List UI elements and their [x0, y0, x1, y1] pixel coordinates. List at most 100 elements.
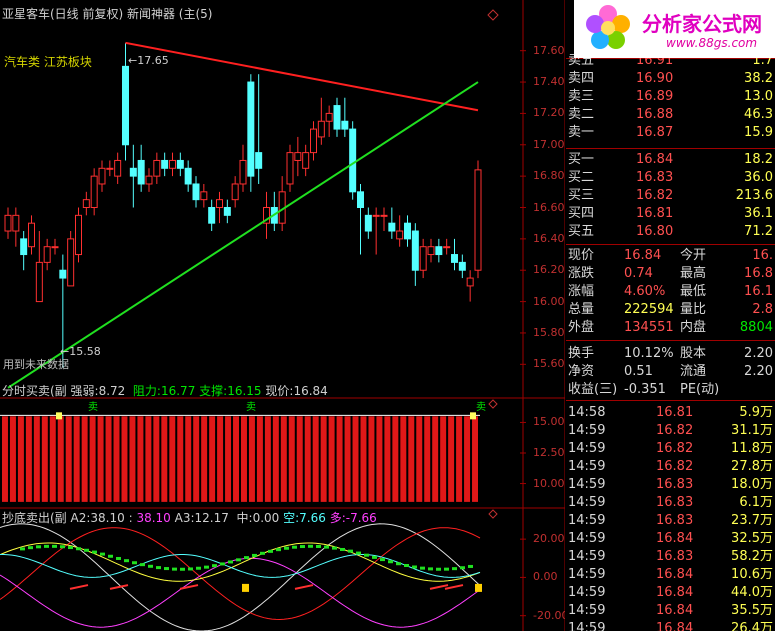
sub1-bar: [456, 416, 463, 502]
quote-label: 流通: [680, 364, 707, 379]
sub1-bar: [416, 416, 423, 502]
candle-body: [380, 214, 388, 217]
candle-body: [333, 105, 341, 130]
tick-volume: 44.0万: [731, 585, 773, 600]
order-volume: 46.3: [744, 107, 773, 122]
sub1-bar: [440, 416, 447, 502]
chart-area[interactable]: 亚星客车(日线 前复权) 新闻神器 (主(5) 汽车类 江苏板块 ←17.65 …: [0, 0, 565, 631]
green-signal-mark: [268, 549, 273, 553]
sub1-bar: [225, 416, 232, 502]
sell-arrow-mark: [109, 584, 129, 590]
green-signal-mark: [172, 567, 177, 571]
sell-order-row: 卖一 16.87 15.9: [566, 124, 775, 142]
sub1-header: 分时买卖(副 强弱:8.72 阻力:16.77 支撑:16.15 现价:16.8…: [2, 384, 328, 398]
green-signal-mark: [108, 554, 113, 558]
candle-body: [35, 261, 43, 303]
tick-volume: 18.0万: [731, 477, 773, 492]
tick-row: 14:59 16.84 26.4万: [566, 620, 775, 631]
tick-time: 14:59: [568, 603, 606, 618]
green-signal-mark: [188, 567, 193, 571]
tick-price: 16.84: [656, 585, 694, 600]
quote-label: 净资: [568, 364, 595, 379]
logo-brand: 分析家公式网: [642, 12, 762, 36]
candle-body: [325, 112, 333, 122]
sub1-bar: [472, 416, 478, 502]
sub1-bar: [97, 416, 104, 502]
main-y-tick-label: 16.40: [533, 231, 565, 245]
buy-order-row: 买二 16.83 36.0: [566, 169, 775, 187]
quote-value: 16.: [752, 248, 773, 263]
green-signal-mark: [228, 560, 233, 564]
sub1-bar: [121, 416, 128, 502]
green-signal-mark: [20, 547, 25, 551]
tick-price: 16.83: [656, 495, 694, 510]
sub2-header: 抄底卖出(副 A2:38.10 : 38.10 A3:12.17 中:0.00 …: [2, 511, 377, 525]
sub1-bar: [169, 416, 176, 502]
sub1-bar: [2, 416, 8, 502]
tick-time: 14:59: [568, 495, 606, 510]
sub1-bar: [304, 416, 311, 502]
sub1-bar: [17, 416, 24, 502]
candle-body: [75, 214, 82, 256]
candle-body: [435, 246, 443, 256]
tick-time: 14:59: [568, 477, 606, 492]
green-signal-mark: [156, 566, 161, 570]
candle-body: [67, 238, 75, 287]
sub1-bar: [153, 416, 160, 502]
candle-body: [145, 175, 153, 185]
sub1-bar: [217, 416, 224, 502]
high-price-label: ←17.65: [128, 54, 169, 67]
sub1-bar: [328, 416, 335, 502]
green-signal-mark: [356, 551, 361, 555]
candle-body: [51, 246, 59, 249]
order-price: 16.80: [636, 224, 674, 239]
candle-body: [317, 120, 325, 138]
green-signal-mark: [100, 552, 105, 556]
sub1-bar: [49, 416, 56, 502]
sub1-bar: [89, 416, 96, 502]
candle-body: [231, 183, 239, 201]
order-label: 卖二: [568, 107, 595, 122]
chart-title: 亚星客车(日线 前复权) 新闻神器 (主(5): [2, 7, 213, 21]
buy-order-row: 买一 16.84 18.2: [566, 151, 775, 169]
quote-row: 换手 10.12% 股本 2.20: [566, 345, 775, 363]
quote-label: 最高: [680, 266, 707, 281]
order-volume: 36.1: [744, 206, 773, 221]
quote-value: -0.351: [624, 382, 666, 397]
sell-mark-2: 卖: [246, 402, 256, 413]
green-signal-mark: [164, 567, 169, 571]
candlestick-chart[interactable]: [0, 0, 565, 631]
sub1-bar: [137, 416, 144, 502]
order-price: 16.90: [636, 71, 674, 86]
main-y-tick-label: 17.40: [533, 75, 565, 89]
candle-body: [341, 120, 349, 130]
tick-row: 14:59 16.83 58.2万: [566, 548, 775, 566]
sell-mark-3: 卖: [476, 402, 486, 413]
candle-body: [474, 169, 482, 271]
order-price: 16.83: [636, 170, 674, 185]
quote-label: 最低: [680, 284, 707, 299]
sub1-bar: [432, 416, 439, 502]
quote-row: 涨跌 0.74 最高 16.8: [566, 265, 775, 283]
yellow-signal-mark: [475, 583, 482, 592]
green-signal-mark: [308, 544, 313, 548]
candle-body: [458, 261, 466, 271]
green-signal-mark: [76, 547, 81, 551]
tick-time: 14:59: [568, 513, 606, 528]
quote-label: 现价: [568, 248, 595, 263]
green-signal-mark: [372, 555, 377, 559]
sub1-bar: [57, 416, 64, 502]
order-volume: 71.2: [744, 224, 773, 239]
sub1-bar: [312, 416, 319, 502]
candle-body: [129, 167, 137, 177]
candle-body: [184, 167, 192, 185]
quote-row: 涨幅 4.60% 最低 16.1: [566, 283, 775, 301]
magenta-osc-line: [0, 557, 481, 628]
candle-body: [59, 269, 67, 279]
order-price: 16.84: [636, 152, 674, 167]
candle-body: [239, 159, 247, 185]
tick-row: 14:59 16.84 10.6万: [566, 566, 775, 584]
tick-volume: 6.1万: [739, 495, 773, 510]
order-price: 16.89: [636, 89, 674, 104]
tick-time: 14:59: [568, 549, 606, 564]
